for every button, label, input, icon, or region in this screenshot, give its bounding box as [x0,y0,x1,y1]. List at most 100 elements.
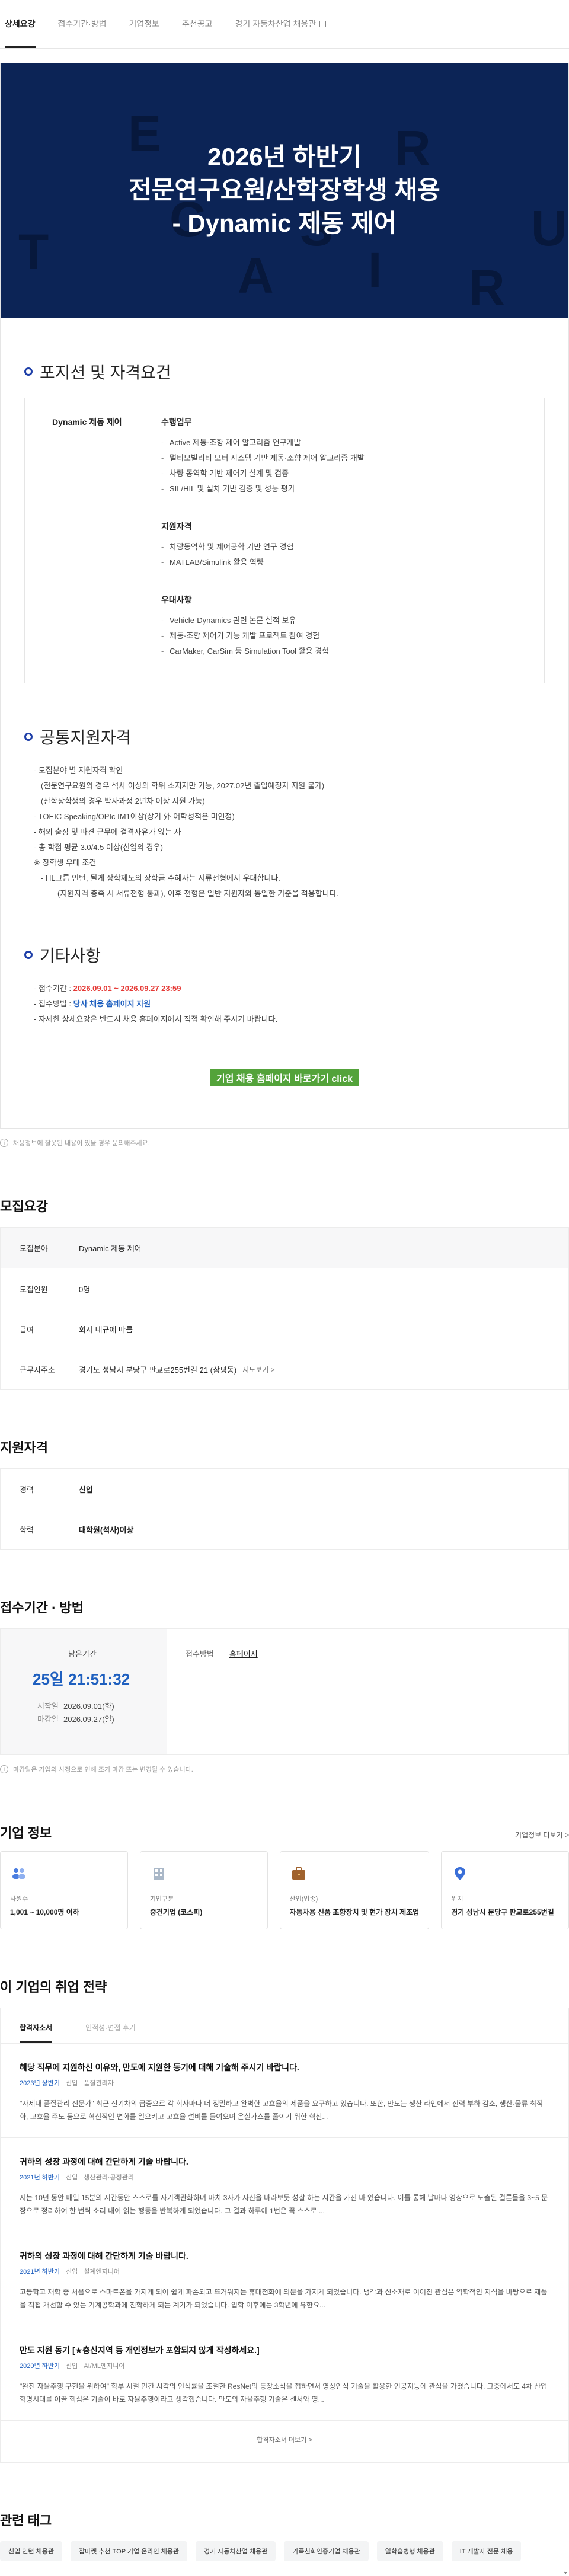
preference-item: CarMaker, CarSim 등 Simulation Tool 활용 경험 [161,644,544,659]
strategy-heading: 이 기업의 취업 전략 [0,1980,107,1995]
related-tag[interactable]: 가족친화인증기업 채용관 [284,2541,369,2561]
cover-letter-type: 신입 [66,2268,78,2275]
building-icon [153,1868,164,1880]
recruit-field-box: 모집분야 Dynamic 제동 제어 [0,1227,569,1268]
tab-period[interactable]: 접수기간·방법 [58,0,116,48]
info-icon: i [0,1139,8,1147]
related-tag[interactable]: 경기 자동차산업 채용관 [196,2541,276,2561]
etc-method-label: - 접수방법 : [34,999,73,1008]
info-icon: i [0,1765,8,1773]
qual-box: 경력 신입 학력 대학원(석사)이상 [0,1468,569,1550]
duty-item: Active 제동·조향 제어 알고리즘 연구개발 [161,435,544,450]
cover-letter-more-text: 합격자소서 더보기 > [257,2437,312,2444]
briefcase-icon [292,1867,305,1880]
qual-edu-value: 대학원(석사)이상 [79,1525,134,1535]
cover-letter-item[interactable]: 만도 지원 동기 [★충신지역 등 개인정보가 포함되지 않게 작성하세요.] … [1,2326,568,2421]
hero-deco-letter: R [469,260,505,315]
related-tag[interactable]: 잡마켓 추천 TOP 기업 온라인 채용관 [70,2541,188,2561]
corp-card-location[interactable]: 위치 경기 성남시 분당구 판교로255번길 [441,1851,569,1929]
report-notice-text[interactable]: 채용정보에 잘못된 내용이 있을 경우 문의해주세요. [13,1138,150,1148]
common-qualifications: - 모집분야 별 지원자격 확인 (전문연구요원의 경우 석사 이상의 학위 소… [24,763,545,902]
deadline-notice: i 마감일은 기업의 사정으로 인해 조기 마감 또는 변경될 수 있습니다. [0,1763,569,1775]
tab-company[interactable]: 기업정보 [129,0,169,48]
qual-edu-key: 학력 [20,1525,34,1535]
corp-card-type[interactable]: 기업구분 중견기업 (코스피) [139,1851,268,1929]
homepage-link[interactable]: 홈페이지 [229,1650,258,1658]
map-link[interactable]: 지도보기 > [242,1364,275,1375]
related-tags: 신입 인턴 채용관 잡마켓 추천 TOP 기업 온라인 채용관 경기 자동차산업… [0,2541,569,2561]
hero-title-line: 전문연구요원/산학장학생 채용 [129,176,440,204]
common-line: (전문연구요원의 경우 석사 이상의 학위 소지자만 가능, 2027.02년 … [41,781,325,790]
corp-card-employees[interactable]: 사원수 1,001 ~ 10,000명 이하 [0,1851,128,1929]
cta-wrap: 기업 채용 홈페이지 바로가기 click [24,1069,545,1128]
corp-card-industry[interactable]: 산업(업종) 자동차용 신품 조향장치 및 현가 장치 제조업 [279,1851,430,1929]
method-key: 접수방법 [186,1650,214,1658]
cover-letter-meta: 2020년 하반기 신입 AI/ML엔지니어 [20,2361,549,2370]
recruit-salary-row: 급여 회사 내규에 따름 [1,1309,568,1349]
remain-countdown: 25일 21:51:32 [33,1670,130,1688]
cover-letter-title: 귀하의 성장 과정에 대해 간단하게 기술 바랍니다. [20,2251,188,2261]
common-line: (지원자격 충족 시 서류전형 통과), 이후 전형은 일반 지원자와 동일한 … [57,889,339,898]
end-key: 마감일 [37,1715,59,1724]
tab-gyeonggi-auto[interactable]: 경기 자동차산업 채용관 [235,0,336,48]
period-heading: 접수기간 · 방법 [0,1600,84,1615]
etc-method: - 접수방법 : 당사 채용 홈페이지 지원 [34,996,545,1012]
corp-card-value: 자동차용 신품 조향장치 및 현가 장치 제조업 [289,1908,420,1916]
external-link-icon [319,20,327,27]
related-tag[interactable]: 일학습병행 채용관 [376,2541,443,2561]
recruit-address-key: 근무지주소 [20,1365,55,1375]
cover-letter-year: 2021년 하반기 [20,2268,60,2275]
related-tag[interactable]: IT 개발자 전문 채용 [451,2541,522,2561]
tab-interview-reviews[interactable]: 인적성·면접 후기 [85,2022,136,2043]
qualification-group: 지원자격 차량동역학 및 제어공학 기반 연구 경험 MATLAB/Simuli… [161,520,544,570]
corp-card-value: 중견기업 (코스피) [149,1908,203,1916]
cover-letter-title: 만도 지원 동기 [★충신지역 등 개인정보가 포함되지 않게 작성하세요.] [20,2345,260,2355]
strategy-tabs: 합격자소서 인적성·면접 후기 [1,2008,568,2044]
tab-cover-letters[interactable]: 합격자소서 [20,2022,53,2043]
tab-gyeonggi-auto-label: 경기 자동차산업 채용관 [235,19,317,28]
chevron-down-icon[interactable]: ⌄ [0,2566,569,2576]
recruit-field-key: 모집분야 [20,1244,48,1253]
recruit-count-key: 모집인원 [20,1284,48,1294]
recruit-address-value: 경기도 성남시 분당구 판교로255번길 21 (삼평동) [79,1365,237,1375]
common-line: - 총 학점 평균 3.0/4.5 이상(신입의 경우) [34,843,163,852]
etc-heading-text: 기타사항 [40,947,101,965]
tab-recommend[interactable]: 추천공고 [182,0,222,48]
company-homepage-button[interactable]: 기업 채용 홈페이지 바로가기 click [210,1069,359,1086]
period-method: 접수방법 홈페이지 [167,1629,568,1754]
cover-letter-item[interactable]: 해당 직무에 지원하신 이유와, 만도에 지원한 동기에 대해 기술해 주시기 … [1,2044,568,2138]
cover-letter-body: "완전 자율주행 구현을 위하여" 학부 시절 인간 시각의 인식률을 조절한 … [20,2382,548,2404]
related-tag[interactable]: 신입 인턴 채용관 [0,2541,62,2561]
cover-letter-item[interactable]: 귀하의 성장 과정에 대해 간단하게 기술 바랍니다. 2021년 하반기 신입 설… [1,2232,568,2326]
corp-card-label: 산업(업종) [289,1896,318,1903]
qualification-item: 차량동역학 및 제어공학 기반 연구 경험 [161,539,544,555]
cover-letter-year: 2023년 상반기 [20,2080,60,2087]
qualification-title: 지원자격 [161,522,192,531]
bullet-ring-icon [24,733,33,741]
end-row: 마감일 2026.09.27(일) [33,1713,167,1726]
cover-letter-more[interactable]: 합격자소서 더보기 > [1,2421,568,2462]
start-row: 시작일 2026.09.01(화) [33,1700,167,1713]
corp-card-label: 기업구분 [149,1896,174,1903]
etc-method-value: 당사 채용 홈페이지 지원 [73,999,151,1008]
related-heading: 관련 태그 [0,2513,52,2528]
cover-letter-role: 생산관리·공정관리 [84,2174,134,2181]
detail-tabs: 상세요강 접수기간·방법 기업정보 추천공고 경기 자동차산업 채용관 [0,0,569,49]
hero-banner: E R S U C T I A R 2026년 하반기 전문연구요원/산학장학생… [1,63,568,318]
recruit-heading: 모집요강 [0,1199,48,1214]
preference-item: 제동·조향 제어기 기능 개발 프로젝트 참여 경험 [161,628,544,644]
cover-letter-body: 고등학교 재학 중 처음으로 스마트폰을 가지게 되어 쉽게 파손되고 뜨거워지… [20,2288,548,2309]
hero-deco-letter: I [368,242,382,298]
position-name: Dynamic 제동 제어 [52,417,122,427]
corp-card-value: 경기 성남시 분당구 판교로255번길 [451,1908,554,1916]
position-heading-text: 포지션 및 자격요건 [40,363,171,382]
cover-letter-item[interactable]: 귀하의 성장 과정에 대해 간단하게 기술 바랍니다. 2021년 하반기 신입 생… [1,2138,568,2232]
recruit-address-row: 근무지주소 경기도 성남시 분당구 판교로255번길 21 (삼평동) 지도보기 > [1,1349,568,1389]
position-heading: 포지션 및 자격요건 [24,360,545,383]
tab-detail[interactable]: 상세요강 [5,0,45,48]
cover-letter-body: "자세대 품질관리 전문가" 최근 전기차의 급증으로 각 회사마다 더 정밀하… [20,2099,544,2121]
corp-more-link[interactable]: 기업정보 더보기 > [515,1830,569,1840]
hero-deco-letter: A [238,248,274,303]
start-key: 시작일 [37,1702,59,1711]
cover-letter-year: 2021년 하반기 [20,2174,60,2181]
